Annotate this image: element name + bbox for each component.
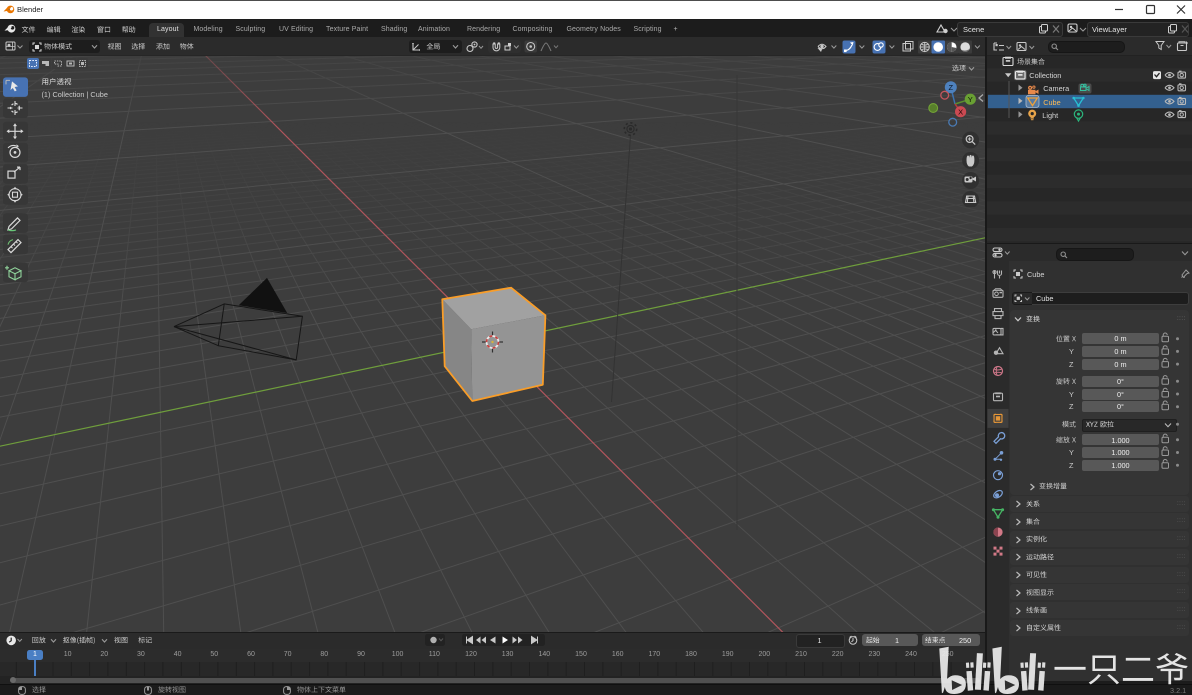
svg-text:X: X (958, 107, 963, 116)
svg-text:Y: Y (968, 95, 973, 104)
svg-text:Z: Z (949, 83, 954, 92)
